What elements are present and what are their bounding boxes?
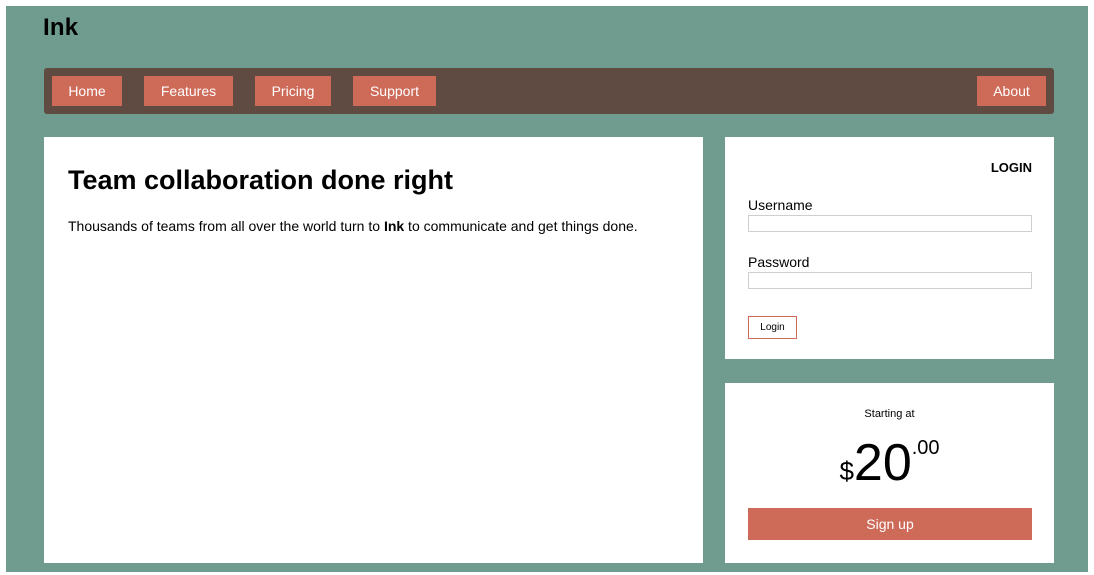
pricing-card: Starting at $20.00 Sign up [725,383,1054,563]
hero-description: Thousands of teams from all over the wor… [68,218,638,234]
password-input[interactable] [748,272,1032,289]
main-navbar: Home Features Pricing Support About [44,68,1054,114]
nav-about-button[interactable]: About [977,76,1046,106]
login-card: LOGIN Username Password Login [725,137,1054,359]
sign-up-button[interactable]: Sign up [748,508,1032,540]
nav-home-button[interactable]: Home [52,76,122,106]
nav-features-button[interactable]: Features [144,76,233,106]
price-currency: $ [839,456,854,486]
starting-at-label: Starting at [864,408,915,420]
login-button[interactable]: Login [748,316,797,339]
site-logo[interactable]: Ink [43,14,78,42]
nav-support-button[interactable]: Support [353,76,436,106]
page-background: Ink Home Features Pricing Support About … [6,6,1088,572]
hero-card: Team collaboration done right Thousands … [44,137,703,563]
login-title: LOGIN [990,160,1032,175]
password-label: Password [748,254,810,270]
price-dollars: 20 [853,434,912,492]
price-cents: .00 [911,437,940,459]
hero-text-before: Thousands of teams from all over the wor… [68,218,384,234]
hero-heading: Team collaboration done right [68,165,454,195]
hero-text-after: to communicate and get things done. [404,218,638,234]
username-input[interactable] [748,215,1032,232]
username-label: Username [748,197,813,213]
nav-pricing-button[interactable]: Pricing [255,76,331,106]
hero-brand-name: Ink [383,218,405,234]
price-display: $20.00 [725,435,1054,491]
